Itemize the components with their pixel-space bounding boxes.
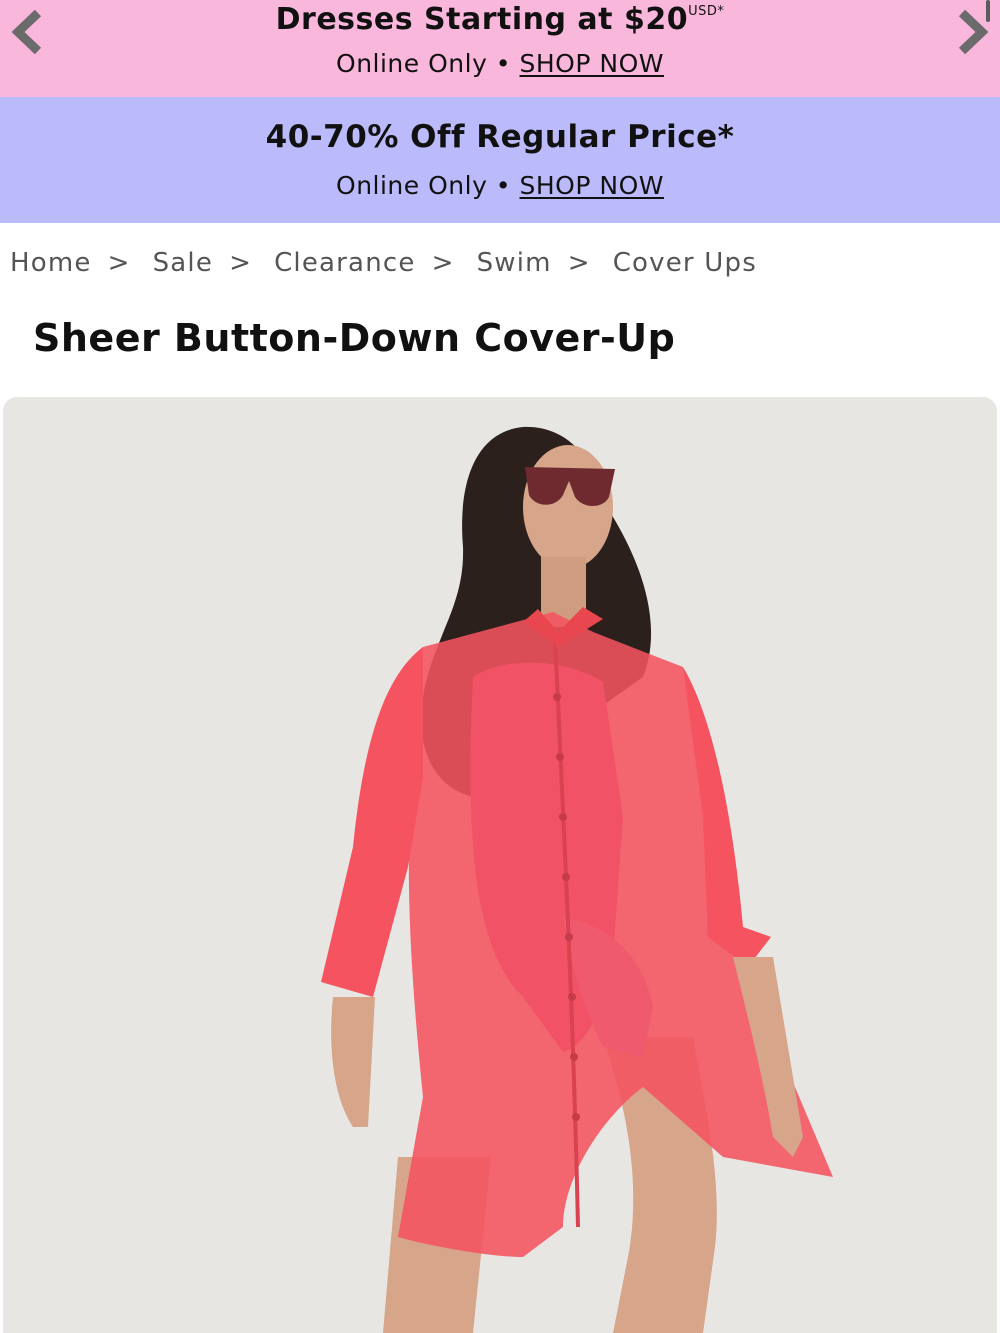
chevron-right-icon bbox=[958, 9, 989, 55]
promo-headline: Dresses Starting at $20USD* bbox=[0, 0, 1000, 40]
breadcrumb-separator: > bbox=[229, 248, 253, 278]
breadcrumb-separator: > bbox=[107, 248, 131, 278]
promo-headline-text: Dresses Starting at $20 bbox=[275, 2, 689, 37]
promo-headline: 40-70% Off Regular Price* bbox=[265, 119, 735, 155]
product-title: Sheer Button-Down Cover-Up bbox=[33, 316, 676, 360]
breadcrumb-separator: > bbox=[567, 248, 591, 278]
chevron-left-icon bbox=[11, 9, 42, 55]
breadcrumb-cover-ups[interactable]: Cover Ups bbox=[613, 248, 757, 278]
product-image[interactable] bbox=[3, 397, 997, 1333]
online-only-label: Online Only • bbox=[336, 171, 512, 200]
promo-headline-currency: USD* bbox=[688, 4, 725, 19]
breadcrumb-home[interactable]: Home bbox=[10, 248, 92, 278]
product-photo-illustration bbox=[321, 426, 833, 1333]
breadcrumb-separator: > bbox=[431, 248, 455, 278]
breadcrumb-swim[interactable]: Swim bbox=[477, 248, 552, 278]
breadcrumb: Home > Sale > Clearance > Swim > Cover U… bbox=[10, 246, 757, 280]
promo-banner-sale: 40-70% Off Regular Price* Online Only • … bbox=[0, 97, 1000, 223]
shop-now-link[interactable]: SHOP NOW bbox=[520, 171, 664, 200]
promo-banner-dresses: Dresses Starting at $20USD* Online Only … bbox=[0, 0, 1000, 97]
breadcrumb-clearance[interactable]: Clearance bbox=[274, 248, 416, 278]
promo-subline: Online Only • SHOP NOW bbox=[0, 170, 1000, 202]
promo-subline: Online Only • SHOP NOW bbox=[0, 48, 1000, 80]
breadcrumb-sale[interactable]: Sale bbox=[153, 248, 213, 278]
online-only-label: Online Only • bbox=[336, 49, 512, 78]
shop-now-link[interactable]: SHOP NOW bbox=[520, 49, 664, 78]
scroll-indicator[interactable] bbox=[986, 0, 990, 22]
carousel-prev-button[interactable] bbox=[4, 2, 52, 62]
